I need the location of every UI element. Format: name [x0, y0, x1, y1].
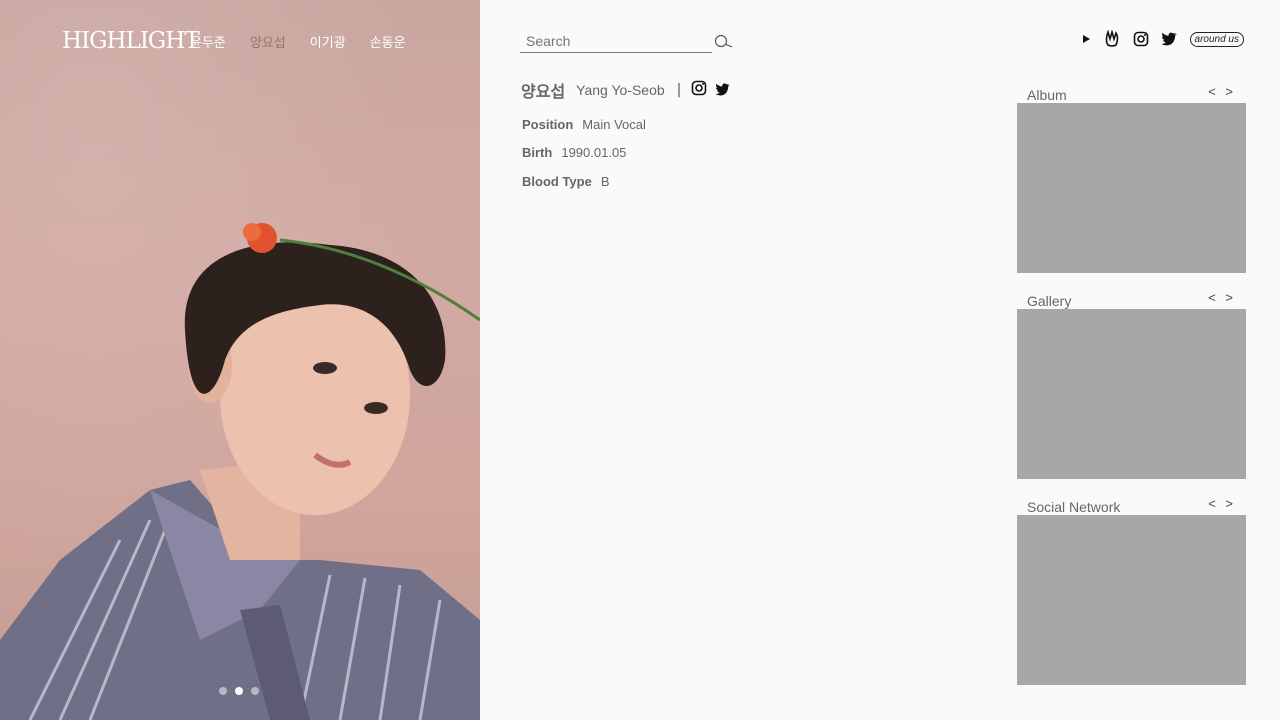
nav-member-1[interactable]: 윤두준 [190, 32, 226, 51]
slider-dot-2[interactable] [235, 687, 243, 695]
gallery-content[interactable] [1017, 309, 1246, 479]
slider-dots [219, 687, 259, 695]
profile-social-links [691, 80, 731, 100]
social-network-arrows: < > [1208, 496, 1236, 515]
top-social-links: around us [1081, 30, 1244, 48]
search-box [520, 30, 712, 53]
album-next-button[interactable]: > [1225, 84, 1236, 99]
play-icon[interactable] [1081, 34, 1091, 44]
profile-name-english: Yang Yo-Seob [576, 82, 665, 98]
social-network-content[interactable] [1017, 515, 1246, 685]
member-portrait [0, 223, 480, 720]
social-network-title: Social Network [1027, 499, 1121, 515]
blood-type-label: Blood Type [522, 174, 592, 189]
social-network-card: Social Network < > [1017, 493, 1246, 685]
gallery-title: Gallery [1027, 293, 1072, 309]
info-birth: Birth 1990.01.05 [522, 145, 626, 160]
position-label: Position [522, 117, 574, 132]
birth-value: 1990.01.05 [561, 145, 627, 160]
nav-member-2[interactable]: 양요섭 [250, 32, 286, 51]
search-input[interactable] [520, 30, 712, 52]
slider-dot-3[interactable] [251, 687, 259, 695]
info-position: Position Main Vocal [522, 117, 646, 132]
search-icon[interactable] [714, 34, 734, 48]
gallery-card-header: Gallery < > [1017, 287, 1246, 309]
member-nav: 윤두준 양요섭 이기광 손동운 [190, 32, 430, 51]
profile-twitter-icon[interactable] [715, 81, 731, 100]
social-network-card-header: Social Network < > [1017, 493, 1246, 515]
around-us-logo-icon[interactable]: around us [1189, 31, 1244, 47]
gallery-card: Gallery < > [1017, 287, 1246, 479]
instagram-icon[interactable] [1133, 31, 1149, 47]
nav-member-3[interactable]: 이기광 [310, 32, 346, 51]
position-value: Main Vocal [582, 117, 646, 132]
gallery-arrows: < > [1208, 290, 1236, 309]
album-content[interactable] [1017, 103, 1246, 273]
info-blood-type: Blood Type B [522, 174, 609, 189]
profile-header: 양요섭 Yang Yo-Seob | [521, 78, 731, 102]
gallery-next-button[interactable]: > [1225, 290, 1236, 305]
album-title: Album [1027, 87, 1067, 103]
slider-dot-1[interactable] [219, 687, 227, 695]
nav-member-4[interactable]: 손동운 [370, 32, 406, 51]
social-network-prev-button[interactable]: < [1208, 496, 1219, 511]
album-card: Album < > [1017, 81, 1246, 273]
profile-name-korean: 양요섭 [521, 82, 566, 101]
vlive-icon[interactable] [1103, 30, 1121, 48]
album-arrows: < > [1208, 84, 1236, 103]
twitter-icon[interactable] [1160, 32, 1178, 46]
hero-photo: HIGHLIGHT 윤두준 양요섭 이기광 손동운 [0, 0, 480, 720]
birth-label: Birth [522, 145, 553, 160]
album-prev-button[interactable]: < [1208, 84, 1219, 99]
album-card-header: Album < > [1017, 81, 1246, 103]
blood-type-value: B [600, 174, 610, 189]
brand-logo[interactable]: HIGHLIGHT [62, 28, 200, 54]
gallery-prev-button[interactable]: < [1208, 290, 1219, 305]
profile-separator: | [676, 82, 682, 98]
social-network-next-button[interactable]: > [1225, 496, 1236, 511]
profile-instagram-icon[interactable] [691, 80, 707, 100]
